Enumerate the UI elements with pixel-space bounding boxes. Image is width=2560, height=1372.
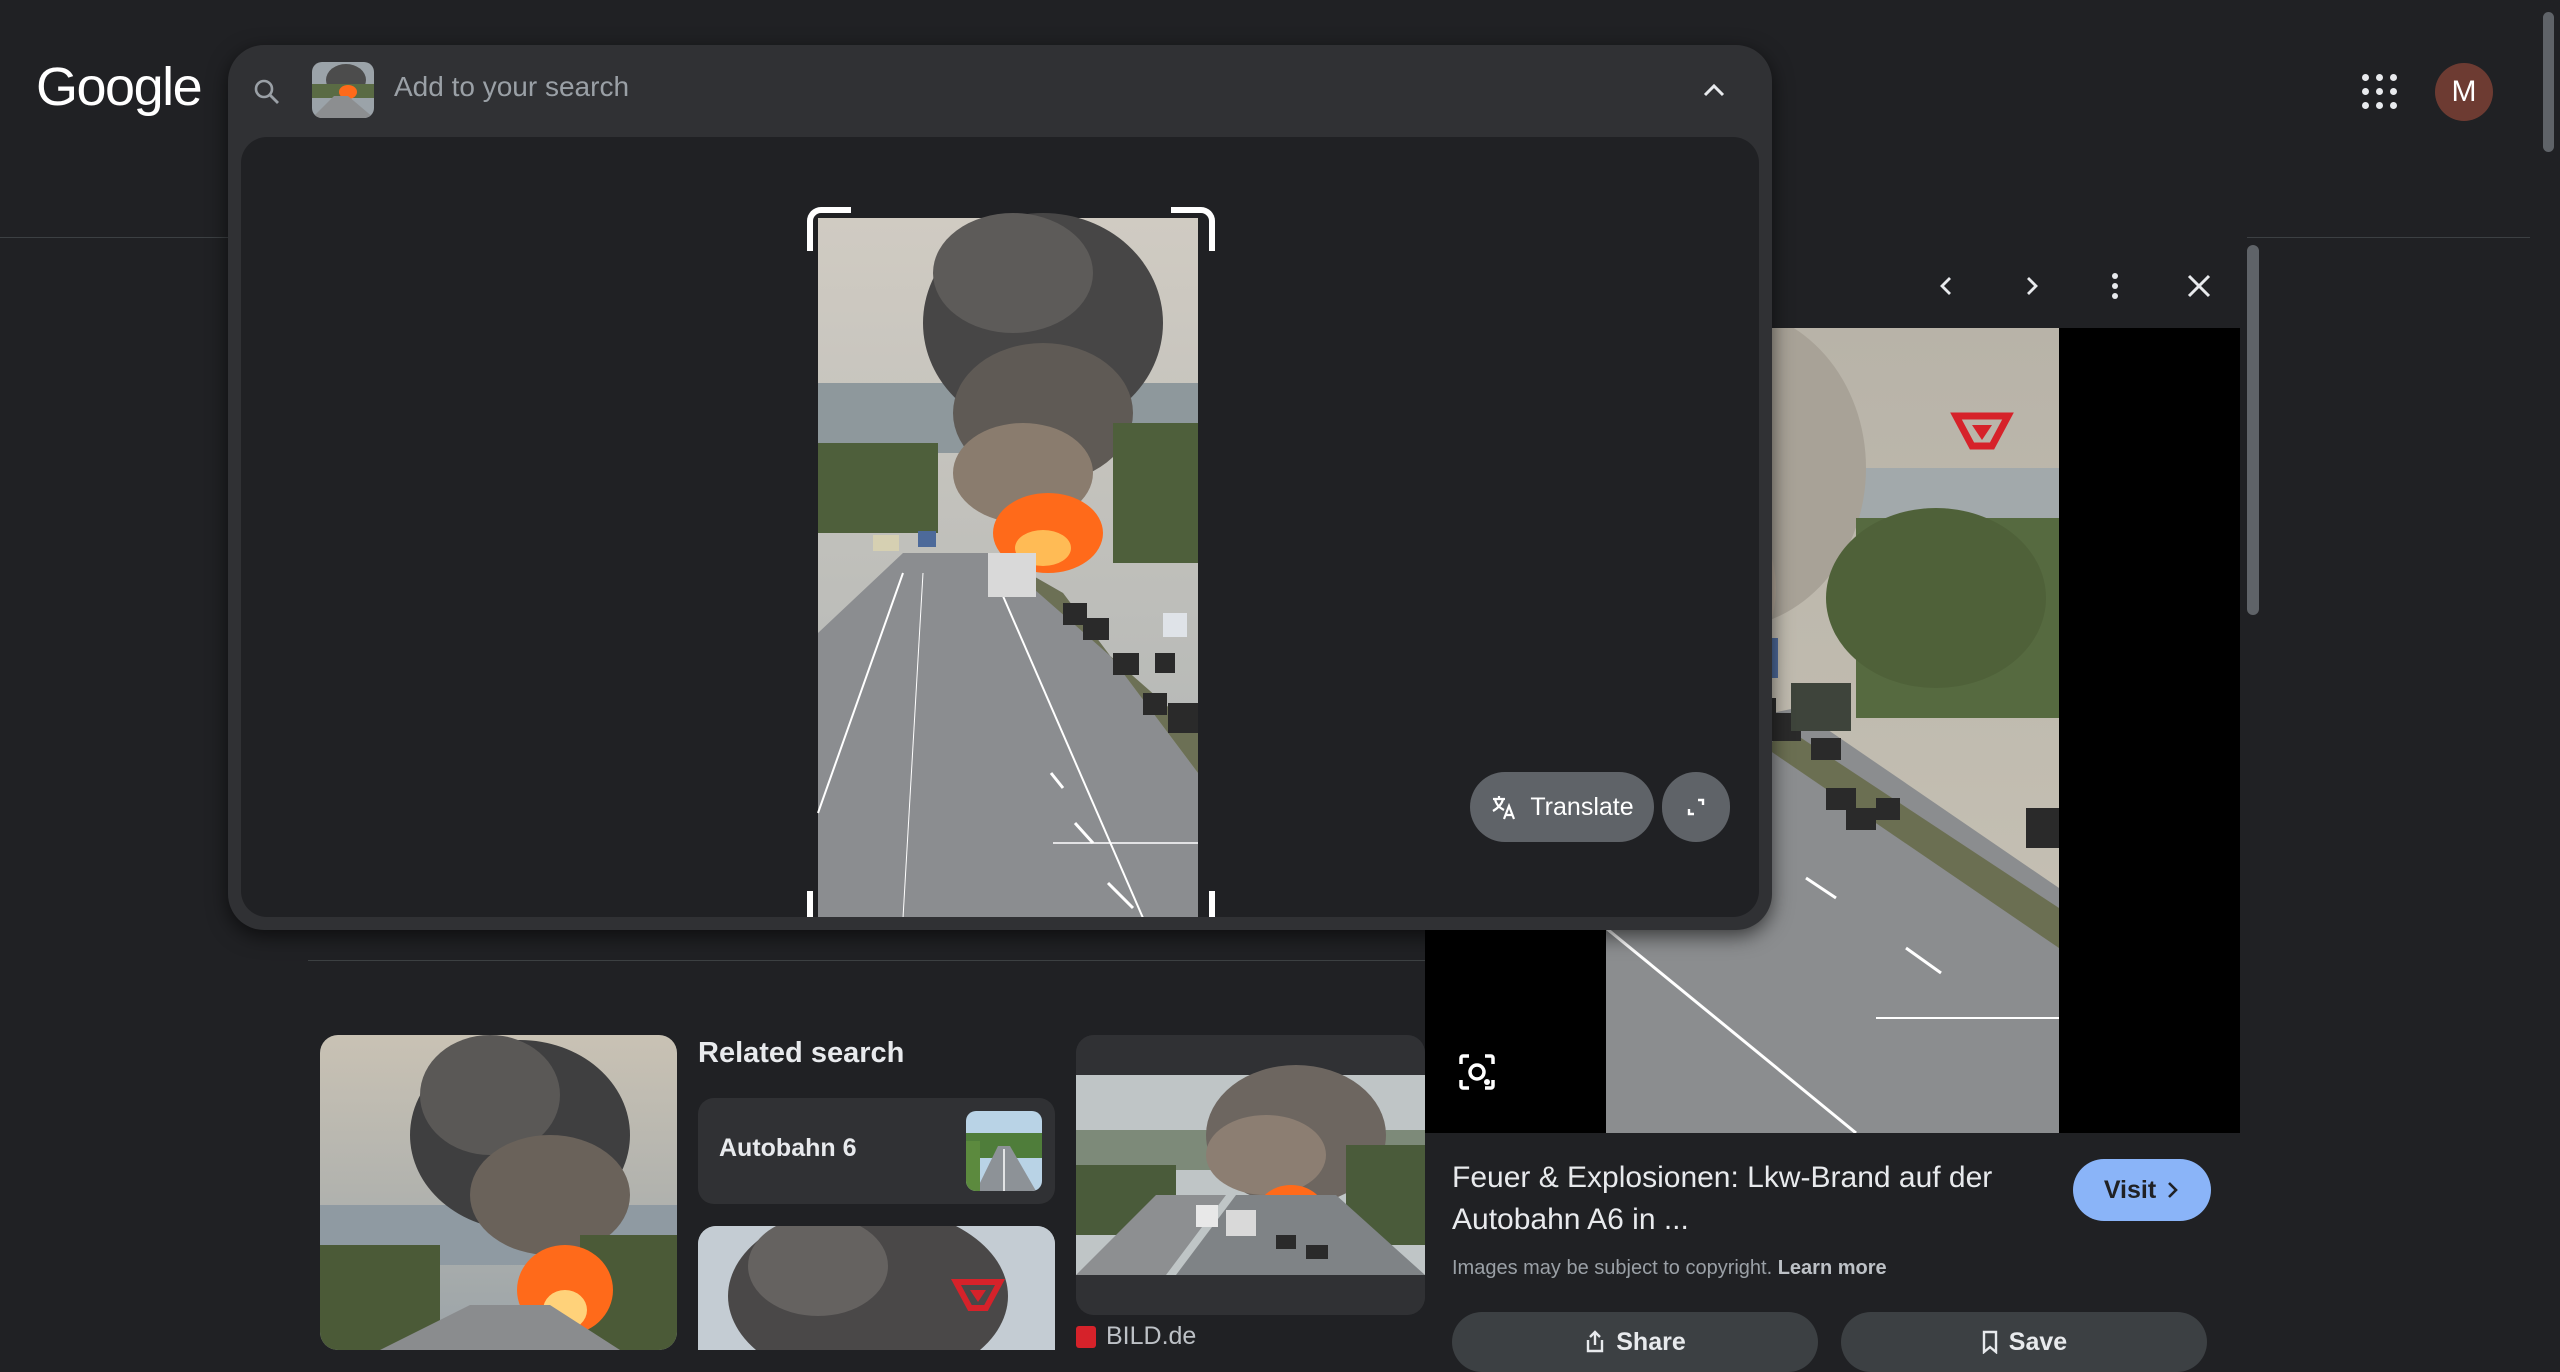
share-button[interactable]: Share xyxy=(1452,1312,1818,1372)
lens-search-icon[interactable] xyxy=(1455,1050,1499,1094)
page-scrollbar-thumb[interactable] xyxy=(2543,12,2554,152)
selected-image[interactable] xyxy=(813,213,1203,917)
crop-handle-top-right[interactable] xyxy=(1171,207,1215,251)
panel-scrollbar[interactable] xyxy=(2247,245,2259,615)
lens-search-overlay: Add to your search Translate xyxy=(228,45,1772,930)
translate-label: Translate xyxy=(1530,792,1634,821)
crop-handle-bottom-right[interactable] xyxy=(1171,891,1215,917)
search-icon[interactable] xyxy=(252,77,282,107)
bild-favicon-icon xyxy=(1076,1325,1096,1348)
result-image[interactable] xyxy=(698,1226,1055,1350)
image-title[interactable]: Feuer & Explosionen: Lkw-Brand auf der A… xyxy=(1452,1157,2052,1241)
chevron-right-small-icon xyxy=(2168,1182,2179,1198)
crop-handle-top-left[interactable] xyxy=(807,207,851,251)
copyright-text: Images may be subject to copyright. xyxy=(1452,1257,1773,1279)
search-input[interactable]: Add to your search xyxy=(394,71,629,103)
share-icon xyxy=(1587,1330,1604,1353)
result-image[interactable] xyxy=(1076,1035,1425,1315)
related-search-heading: Related search xyxy=(698,1037,905,1069)
search-image-thumbnail[interactable] xyxy=(312,62,374,118)
related-search-label: Autobahn 6 xyxy=(719,1134,857,1162)
bookmark-icon xyxy=(1982,1330,1997,1354)
copyright-notice: Images may be subject to copyright. Lear… xyxy=(1452,1257,1887,1280)
translate-button[interactable]: Translate xyxy=(1470,772,1654,842)
chevron-left-icon[interactable] xyxy=(1925,264,1969,308)
related-search-thumbnail xyxy=(966,1111,1042,1191)
share-label: Share xyxy=(1616,1327,1686,1356)
more-vert-icon[interactable] xyxy=(2093,264,2137,308)
page-scrollbar[interactable] xyxy=(2537,0,2560,1350)
results-divider xyxy=(308,960,1425,961)
save-button[interactable]: Save xyxy=(1841,1312,2207,1372)
apps-grid-icon[interactable] xyxy=(2360,72,2400,112)
result-image[interactable] xyxy=(320,1035,677,1350)
close-icon[interactable] xyxy=(2177,264,2221,308)
avatar[interactable]: M xyxy=(2435,63,2493,121)
chevron-up-icon[interactable] xyxy=(1696,73,1732,109)
visit-button[interactable]: Visit xyxy=(2073,1159,2211,1221)
related-search-chip[interactable]: Autobahn 6 xyxy=(698,1098,1055,1204)
expand-icon[interactable] xyxy=(1662,772,1730,842)
result-source[interactable]: BILD.de xyxy=(1076,1322,1196,1351)
crop-handle-bottom-left[interactable] xyxy=(807,891,851,917)
learn-more-link[interactable]: Learn more xyxy=(1778,1257,1887,1279)
chevron-right-icon[interactable] xyxy=(2009,264,2053,308)
translate-icon xyxy=(1492,796,1516,820)
result-source-label: BILD.de xyxy=(1106,1322,1197,1350)
visit-label: Visit xyxy=(2103,1175,2157,1204)
save-label: Save xyxy=(2008,1327,2068,1356)
google-logo[interactable]: Google xyxy=(36,56,203,118)
